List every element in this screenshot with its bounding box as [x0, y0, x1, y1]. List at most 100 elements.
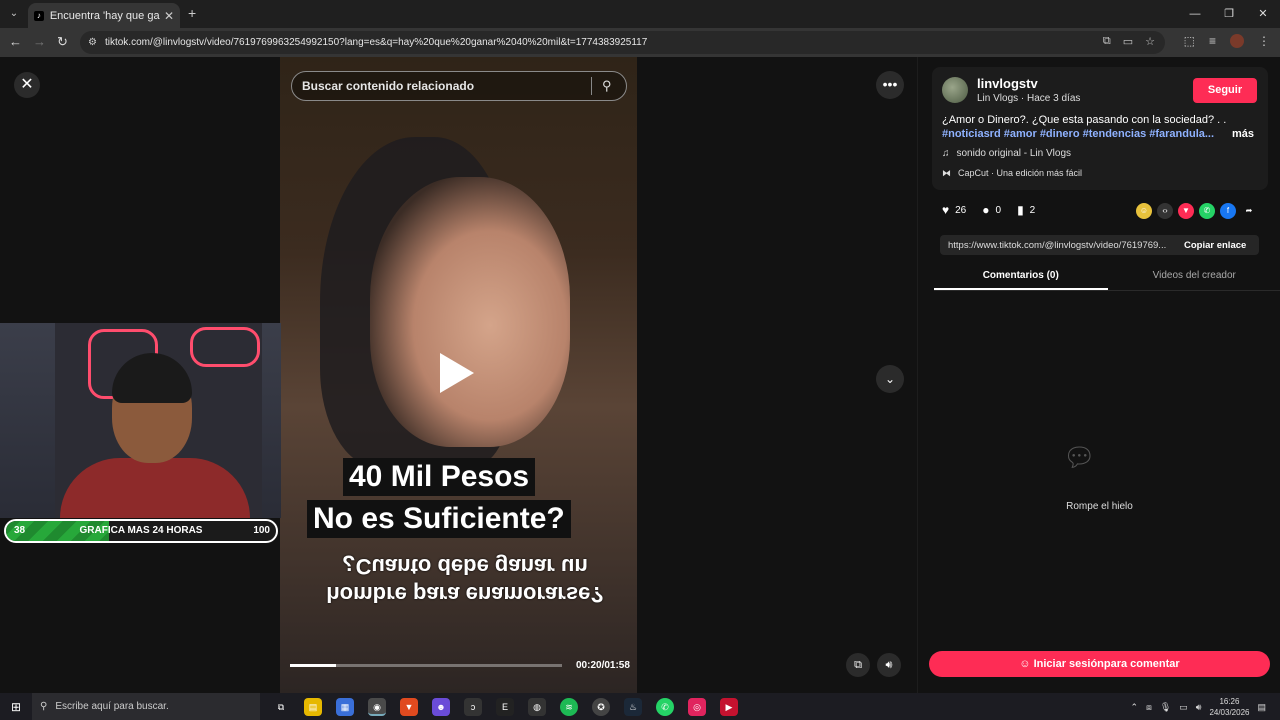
video-link-url[interactable]: https://www.tiktok.com/@linvlogstv/video… [948, 240, 1176, 251]
app-icon[interactable]: ✪ [592, 697, 610, 716]
forward-icon[interactable]: → [33, 34, 46, 49]
details-panel: linvlogstv Lin Vlogs · Hace 3 días Segui… [917, 57, 1280, 693]
creator-subline: Lin Vlogs · Hace 3 días [977, 93, 1081, 104]
task-view-icon[interactable]: ⧉ [272, 698, 290, 716]
goal-target: 100 [253, 525, 270, 536]
facebook-icon[interactable]: f [1220, 203, 1236, 219]
notifications-icon[interactable]: ▤ [1257, 702, 1266, 713]
next-video-button[interactable]: ⌄ [876, 365, 904, 393]
follow-button[interactable]: Seguir [1193, 78, 1257, 103]
search-icon[interactable]: ⚲ [602, 78, 626, 94]
window-close-icon[interactable]: ✕ [1246, 0, 1280, 28]
coin-share-icon[interactable]: ☺ [1136, 203, 1152, 219]
media-control-icon[interactable]: ≡ [1209, 34, 1216, 48]
save-stat[interactable]: ▮ 2 [1017, 203, 1035, 217]
taskbar-apps: ⧉ ▤ ▦ ◉ ▼ ☻ ↄ E ◍ ≋ ✪ ♨ ✆ ◎ ▶ [272, 697, 738, 716]
capcut-app-icon[interactable]: ↄ [464, 697, 482, 716]
browser-tabbar: ⌄ ♪ Encuentra 'hay que ganar 40 m ✕ + — … [0, 0, 1280, 28]
tab-search-icon[interactable]: ⌄ [5, 5, 23, 23]
network-icon[interactable]: ▭ [1179, 702, 1188, 713]
windows-taskbar: ⊞ ⚲ Escribe aquí para buscar. ⧉ ▤ ▦ ◉ ▼ … [0, 693, 1280, 720]
taskbar-date: 24/03/2026 [1209, 708, 1250, 717]
streamer-body [60, 458, 250, 518]
creator-avatar[interactable] [942, 77, 968, 103]
tab-title: Encuentra 'hay que ganar 40 m [49, 9, 160, 22]
video-app-icon[interactable]: ▶ [720, 697, 738, 716]
play-icon[interactable] [440, 353, 474, 393]
reload-icon[interactable]: ↻ [57, 34, 68, 50]
sound-row[interactable]: ♫ sonido original - Lin Vlogs [942, 148, 1071, 159]
video-hashtags[interactable]: #noticiasrd #amor #dinero #tendencias #f… [942, 128, 1214, 140]
comment-bubble-icon: ☺ [1019, 658, 1034, 670]
brave-icon[interactable]: ▼ [400, 697, 418, 716]
like-stat[interactable]: ♥ 26 [942, 203, 966, 217]
comment-stat[interactable]: ● 0 [982, 203, 1001, 217]
volume-icon[interactable]: 🔊︎ [877, 653, 901, 677]
video-link-box: https://www.tiktok.com/@linvlogstv/video… [940, 235, 1259, 255]
address-bar[interactable]: ⚙ tiktok.com/@linvlogstv/video/761976996… [80, 31, 1165, 54]
minimize-icon[interactable]: — [1178, 0, 1212, 28]
new-tab-icon[interactable]: + [188, 5, 196, 21]
spotify-icon[interactable]: ≋ [560, 697, 578, 716]
microphone-icon[interactable]: 🎙︎ [1160, 702, 1171, 713]
speaker-icon[interactable]: 🔊︎ [1196, 702, 1202, 713]
more-description-link[interactable]: más [1232, 128, 1254, 140]
file-explorer-icon[interactable]: ▤ [304, 697, 322, 716]
more-options-button[interactable]: ••• [876, 71, 904, 99]
sound-name: sonido original - Lin Vlogs [956, 148, 1072, 159]
save-count: 2 [1029, 204, 1036, 216]
browser-tab[interactable]: ♪ Encuentra 'hay que ganar 40 m ✕ [28, 3, 180, 28]
stream-goal-bar: 38 GRAFICA MAS 24 HORAS 100 [4, 519, 278, 543]
store-icon[interactable]: ▦ [336, 697, 354, 716]
browser-toolbar: ← → ↻ ⚙ tiktok.com/@linvlogstv/video/761… [0, 28, 1280, 57]
windows-start-icon[interactable]: ⊞ [0, 700, 32, 714]
whatsapp-app-icon[interactable]: ✆ [656, 697, 674, 716]
chrome-icon[interactable]: ◉ [368, 697, 386, 716]
close-video-button[interactable]: ✕ [14, 72, 40, 98]
caption-line-1: 40 Mil Pesos [343, 458, 536, 496]
cast-icon[interactable]: ▭ [1123, 35, 1133, 48]
video-player[interactable]: Buscar contenido relacionado ⚲ 40 Mil Pe… [280, 57, 637, 693]
bookmark-star-icon[interactable]: ☆ [1145, 35, 1155, 48]
restore-icon[interactable]: ❐ [1212, 0, 1246, 28]
tab-creator-videos[interactable]: Videos del creador [1108, 263, 1280, 290]
related-search-bar[interactable]: Buscar contenido relacionado ⚲ [291, 71, 627, 101]
obs-icon[interactable]: ◍ [528, 697, 546, 716]
caption-line-2: No es Suficiente? [307, 500, 571, 538]
steam-icon[interactable]: ♨ [624, 697, 642, 716]
epic-games-icon[interactable]: E [496, 697, 514, 716]
profile-avatar[interactable] [1230, 34, 1244, 48]
pip-icon[interactable]: ⧉ [846, 653, 870, 677]
extensions-icon[interactable]: ⬚ [1184, 34, 1195, 48]
video-time: 00:20/01:58 [576, 660, 630, 671]
share-arrow-icon[interactable]: ➦ [1241, 203, 1257, 219]
record-app-icon[interactable]: ◎ [688, 697, 706, 716]
video-description: ¿Amor o Dinero?. ¿Que esta pasando con l… [942, 114, 1227, 126]
capcut-icon: ⧓ [942, 168, 951, 178]
taskbar-clock[interactable]: 16:26 24/03/2026 [1209, 696, 1249, 718]
engagement-stats: ♥ 26 ● 0 ▮ 2 [942, 203, 1035, 217]
mirrored-caption: hombre para enamorarse? ¿Cuanto debe gan… [320, 552, 610, 608]
back-icon[interactable]: ← [9, 34, 22, 49]
login-to-comment-button[interactable]: ☺ Iniciar sesiónpara comentar [929, 651, 1270, 677]
mirrored-line-2: hombre para enamorarse? [326, 582, 604, 607]
tab-close-icon[interactable]: ✕ [164, 9, 174, 23]
discord-icon[interactable]: ☻ [432, 697, 450, 716]
capcut-row[interactable]: ⧓ CapCut · Una edición más fácil [942, 168, 1082, 179]
creator-username[interactable]: linvlogstv [977, 76, 1038, 91]
tab-comments[interactable]: Comentarios (0) [934, 263, 1108, 290]
browser-menu-icon[interactable]: ⋮ [1258, 34, 1270, 48]
tray-device-icon[interactable]: ⧈ [1146, 702, 1152, 713]
video-progress-bar[interactable] [290, 664, 562, 667]
taskbar-search[interactable]: ⚲ Escribe aquí para buscar. [32, 693, 260, 720]
translate-icon[interactable]: ⧉ [1103, 35, 1111, 48]
whatsapp-icon[interactable]: ✆ [1199, 203, 1215, 219]
send-to-friends-icon[interactable]: ▼ [1178, 203, 1194, 219]
heart-icon: ♥ [942, 203, 950, 217]
site-info-icon[interactable]: ⚙ [88, 37, 97, 48]
share-icons: ☺ ‹› ▼ ✆ f ➦ [1136, 203, 1257, 219]
tray-chevron-icon[interactable]: ⌃ [1131, 702, 1139, 713]
creator-info-card: linvlogstv Lin Vlogs · Hace 3 días Segui… [932, 67, 1268, 190]
embed-icon[interactable]: ‹› [1157, 203, 1173, 219]
copy-link-button[interactable]: Copiar enlace [1184, 240, 1246, 251]
